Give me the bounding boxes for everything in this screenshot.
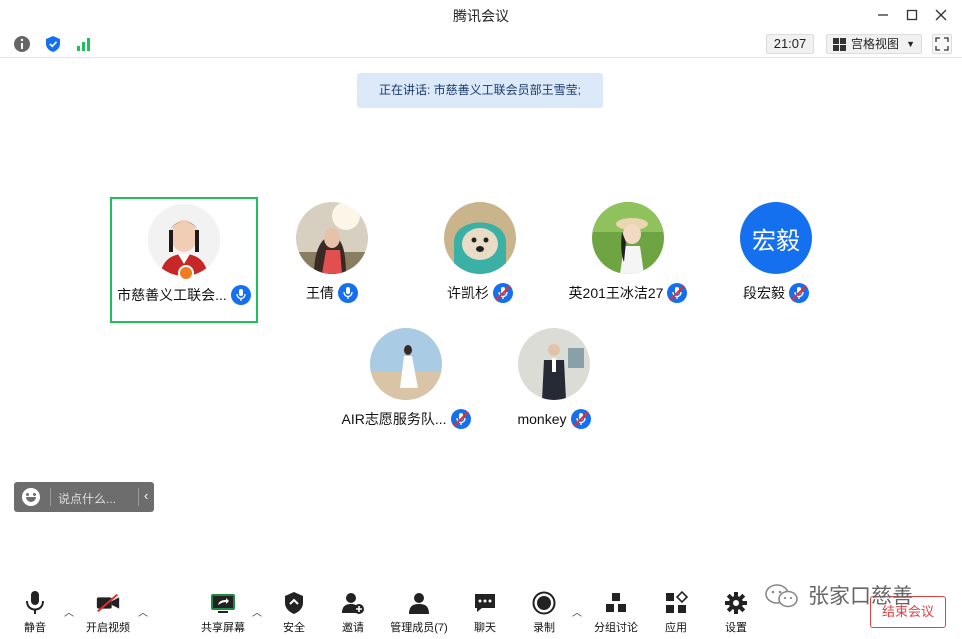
record-icon — [531, 590, 557, 616]
participant-tile[interactable]: monkey — [480, 323, 628, 449]
microphone-icon — [22, 590, 48, 616]
share-screen-label: 共享屏幕 — [201, 622, 245, 634]
chat-icon — [472, 590, 498, 616]
caret-down-icon: ▼ — [906, 39, 915, 49]
avatar-initials: 宏毅 — [752, 227, 800, 255]
fullscreen-icon — [935, 37, 949, 51]
participant-tile[interactable]: 王倩 — [258, 197, 406, 323]
minimize-button[interactable] — [872, 4, 894, 26]
participant-name: 许凯杉 — [447, 285, 489, 301]
avatar: 宏毅 — [740, 202, 812, 274]
participant-tile[interactable]: 英201王冰洁27 — [554, 197, 702, 323]
apps-label: 应用 — [665, 622, 687, 634]
invite-label: 邀请 — [342, 622, 364, 634]
avatar — [518, 328, 590, 400]
caret-up-icon[interactable]: ︿ — [64, 604, 74, 619]
participant-tile[interactable]: 市慈善义工联会... — [110, 197, 258, 323]
microphone-muted-icon — [450, 409, 471, 429]
start-video-button[interactable]: 开启视频 — [82, 590, 134, 636]
apps-button[interactable]: 应用 — [660, 590, 692, 636]
record-label: 录制 — [533, 622, 555, 634]
microphone-icon — [230, 285, 251, 305]
window-title: 腾讯会议 — [453, 8, 509, 24]
signal-icon — [77, 38, 90, 51]
participant-name: 段宏毅 — [743, 285, 785, 301]
participant-name: 英201王冰洁27 — [568, 285, 664, 301]
share-screen-button[interactable]: 共享屏幕 — [198, 590, 248, 636]
emoji-icon[interactable] — [22, 488, 40, 506]
meeting-info-bar: 21:07 宫格视图 ▼ — [0, 30, 962, 58]
grid-view-icon — [833, 38, 846, 51]
speaking-indicator: 正在讲话: 市慈善义工联会员部王雪莹; — [357, 73, 603, 108]
settings-button[interactable]: 设置 — [720, 590, 752, 636]
security-shield-button[interactable] — [43, 34, 63, 54]
watermark: 张家口慈善 — [764, 580, 913, 610]
info-icon — [14, 36, 30, 52]
breakout-rooms-label: 分组讨论 — [594, 622, 638, 634]
chat-placeholder[interactable]: 说点什么... — [58, 490, 116, 507]
wechat-logo-icon — [764, 583, 800, 608]
caret-up-icon[interactable]: ︿ — [138, 604, 148, 619]
avatar — [370, 328, 442, 400]
microphone-muted-icon — [570, 409, 591, 429]
maximize-icon — [906, 9, 918, 21]
microphone-muted-icon — [667, 283, 688, 303]
members-icon — [406, 590, 432, 616]
microphone-muted-icon — [493, 283, 513, 303]
video-off-icon — [95, 590, 121, 616]
participant-name: 王倩 — [306, 285, 334, 301]
title-bar: 腾讯会议 — [0, 0, 962, 30]
participant-tile[interactable]: 宏毅 段宏毅 — [702, 197, 850, 323]
network-signal-button[interactable] — [74, 34, 94, 54]
chevron-left-icon[interactable]: ‹ — [144, 488, 148, 503]
settings-label: 设置 — [725, 622, 747, 634]
mute-button[interactable]: 静音 — [18, 590, 52, 636]
manage-members-label: 管理成员(7) — [390, 622, 448, 634]
info-button[interactable] — [12, 34, 32, 54]
participant-name: monkey — [517, 411, 567, 427]
participant-tile[interactable]: 许凯杉 — [406, 197, 554, 323]
view-mode-dropdown[interactable]: 宫格视图 ▼ — [826, 34, 922, 54]
microphone-muted-icon — [789, 283, 809, 303]
chat-button[interactable]: 聊天 — [469, 590, 501, 636]
add-user-icon — [340, 590, 366, 616]
start-video-label: 开启视频 — [86, 622, 130, 634]
apps-icon — [663, 590, 689, 616]
participant-tile[interactable]: AIR志愿服务队... — [332, 323, 480, 449]
meeting-clock: 21:07 — [766, 34, 814, 54]
divider — [50, 488, 51, 506]
shield-icon — [46, 36, 60, 52]
share-screen-icon — [210, 590, 236, 616]
view-mode-label: 宫格视图 — [851, 37, 900, 51]
avatar — [296, 202, 368, 274]
fullscreen-button[interactable] — [932, 34, 952, 54]
security-label: 安全 — [283, 622, 305, 634]
mute-label: 静音 — [24, 622, 46, 634]
security-button[interactable]: 安全 — [278, 590, 310, 636]
minimize-icon — [878, 14, 888, 16]
close-button[interactable] — [930, 4, 952, 26]
invite-button[interactable]: 邀请 — [337, 590, 369, 636]
breakout-rooms-button[interactable]: 分组讨论 — [592, 590, 640, 636]
chat-label: 聊天 — [474, 622, 496, 634]
watermark-text: 张家口慈善 — [808, 585, 913, 608]
breakout-icon — [603, 590, 629, 616]
caret-up-icon[interactable]: ︿ — [252, 604, 262, 619]
avatar — [592, 202, 664, 274]
chat-input-bar[interactable]: 说点什么... ‹ — [14, 482, 154, 512]
close-icon — [935, 9, 947, 21]
shield-icon — [281, 590, 307, 616]
participant-name: AIR志愿服务队... — [341, 411, 447, 427]
caret-up-icon[interactable]: ︿ — [572, 604, 582, 619]
microphone-icon — [338, 283, 358, 303]
participant-name: 市慈善义工联会... — [117, 287, 227, 303]
record-button[interactable]: 录制 — [528, 590, 560, 636]
host-badge-icon — [178, 265, 194, 281]
divider — [138, 488, 139, 506]
maximize-button[interactable] — [901, 4, 923, 26]
avatar — [444, 202, 516, 274]
gear-icon — [723, 590, 749, 616]
manage-members-button[interactable]: 管理成员(7) — [386, 590, 452, 636]
